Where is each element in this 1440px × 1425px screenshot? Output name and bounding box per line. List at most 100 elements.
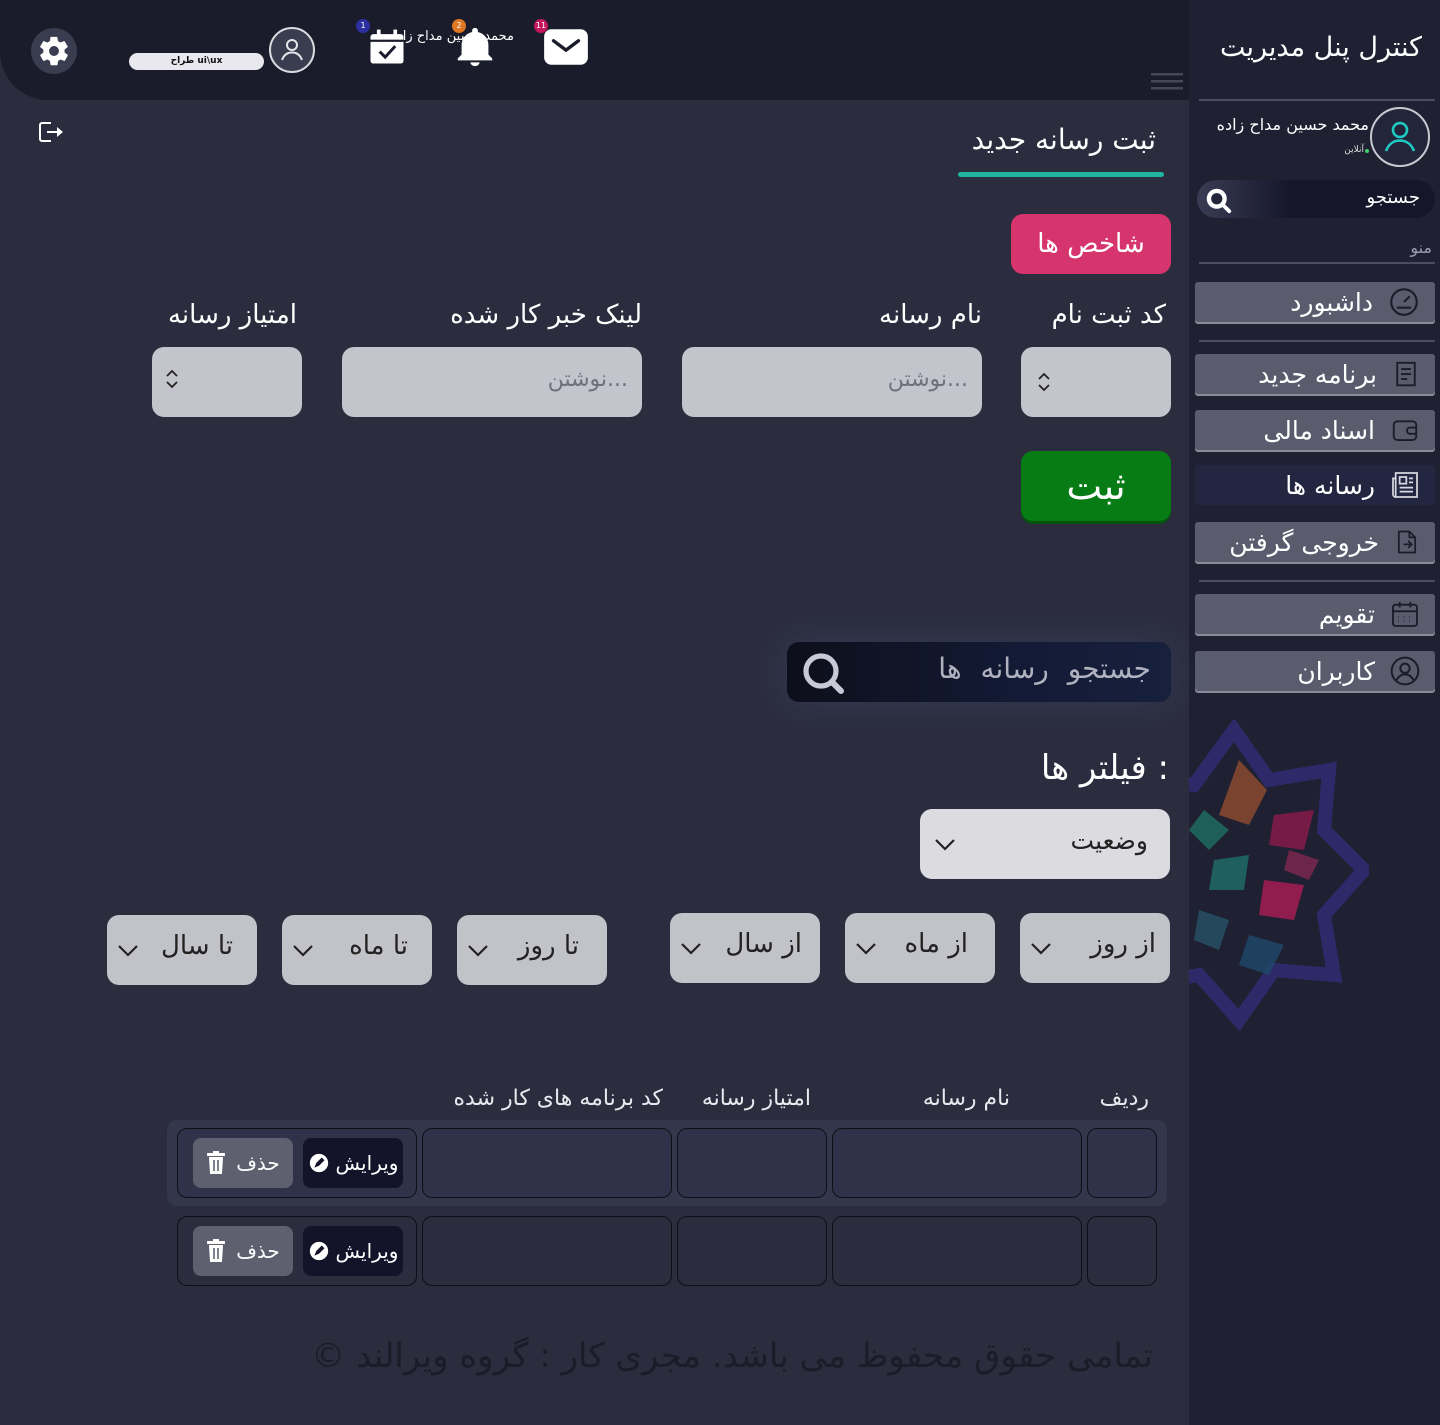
edit-button[interactable]: ویرایش bbox=[303, 1226, 403, 1276]
delete-button[interactable]: حذف bbox=[193, 1226, 293, 1276]
sidebar-item-label: خروجی گرفتن bbox=[1229, 527, 1379, 557]
header-user-icon[interactable] bbox=[269, 27, 315, 73]
chevron-down-icon bbox=[468, 945, 488, 957]
sidebar-title: کنترل پنل مدیریت bbox=[1219, 32, 1422, 63]
page-title: ثبت رسانه جدید bbox=[971, 123, 1156, 156]
newspaper-icon bbox=[1392, 472, 1418, 498]
media-name-placeholder: نوشتن... bbox=[887, 367, 968, 392]
trash-icon bbox=[207, 1151, 226, 1174]
date-select-label: تا ماه bbox=[349, 931, 408, 961]
title-underline bbox=[958, 172, 1164, 177]
date-select-label: تا روز bbox=[517, 931, 579, 961]
news-link-label: لینک خبر کار شده bbox=[450, 300, 642, 330]
hamburger-icon[interactable] bbox=[1151, 70, 1183, 94]
from-year-select[interactable]: از سال bbox=[670, 913, 820, 983]
chevron-down-icon bbox=[681, 943, 701, 955]
sidebar-item-media[interactable]: رسانه ها bbox=[1195, 465, 1435, 505]
status-select-label: وضعیت bbox=[1070, 826, 1148, 855]
to-month-select[interactable]: تا ماه bbox=[282, 915, 432, 985]
column-header-media-score: امتیاز رسانه bbox=[701, 1086, 811, 1111]
delete-button[interactable]: حذف bbox=[193, 1138, 293, 1188]
stepper-icon bbox=[166, 369, 178, 389]
table-cell bbox=[677, 1216, 827, 1286]
sidebar-item-label: رسانه ها bbox=[1285, 470, 1375, 500]
delete-label: حذف bbox=[236, 1151, 280, 1175]
table-cell bbox=[422, 1128, 672, 1198]
date-select-label: از روز bbox=[1090, 929, 1156, 959]
footer-copyright: © تمامی حقوق محفوظ می باشد. مجری کار : گ… bbox=[311, 1336, 1153, 1376]
filters-title: فیلتر ها : bbox=[1040, 748, 1169, 788]
sidebar-search-label: جستجو bbox=[1366, 187, 1420, 208]
table-cell bbox=[832, 1128, 1082, 1198]
mail-icon[interactable] bbox=[541, 22, 591, 72]
decorative-pattern-icon bbox=[1189, 720, 1369, 1032]
sidebar-item-dashboard[interactable]: داشبورد bbox=[1195, 282, 1435, 322]
dashboard-icon bbox=[1390, 288, 1418, 316]
edit-label: ویرایش bbox=[335, 1151, 399, 1175]
top-bar bbox=[0, 0, 1189, 100]
to-day-select[interactable]: تا روز bbox=[457, 915, 607, 985]
divider bbox=[1199, 580, 1435, 582]
media-search-label: جستجو رسانه ها bbox=[938, 652, 1151, 685]
chevron-down-icon bbox=[293, 945, 313, 957]
table-cell bbox=[1087, 1216, 1157, 1286]
chevron-down-icon bbox=[118, 945, 138, 957]
date-select-label: از سال bbox=[725, 929, 802, 959]
search-icon[interactable] bbox=[799, 649, 847, 701]
stepper-icon bbox=[1038, 372, 1050, 392]
from-month-select[interactable]: از ماه bbox=[845, 913, 995, 983]
edit-label: ویرایش bbox=[335, 1239, 399, 1263]
edit-pencil-icon bbox=[309, 1153, 328, 1173]
sidebar-user-icon[interactable] bbox=[1370, 107, 1430, 167]
date-select-label: از ماه bbox=[904, 929, 968, 959]
sidebar-item-label: اسناد مالی bbox=[1263, 415, 1375, 445]
sidebar: کنترل پنل مدیریت محمد حسین مداح زاده آنل… bbox=[1189, 0, 1440, 1425]
table-cell bbox=[677, 1128, 827, 1198]
table-actions-cell: ویرایش حذف bbox=[177, 1216, 417, 1286]
sidebar-item-users[interactable]: کاربران bbox=[1195, 651, 1435, 691]
sidebar-item-calendar[interactable]: تقویم bbox=[1195, 594, 1435, 634]
from-day-select[interactable]: از روز bbox=[1020, 913, 1170, 983]
sidebar-item-financial-docs[interactable]: اسناد مالی bbox=[1195, 410, 1435, 450]
divider bbox=[1199, 99, 1435, 101]
header-user-role: طراح ui\ux bbox=[129, 53, 264, 70]
sidebar-item-new-program[interactable]: برنامه جدید bbox=[1195, 354, 1435, 394]
code-label: کد ثبت نام bbox=[1051, 300, 1166, 330]
news-link-input[interactable]: نوشتن... bbox=[342, 347, 642, 417]
delete-label: حذف bbox=[236, 1239, 280, 1263]
tasks-calendar-check-icon[interactable] bbox=[362, 22, 412, 72]
export-icon bbox=[1397, 530, 1417, 554]
notifications-badge: 2 bbox=[452, 19, 466, 33]
logout-icon[interactable] bbox=[37, 119, 67, 145]
sidebar-item-label: داشبورد bbox=[1290, 287, 1373, 317]
divider bbox=[1199, 340, 1435, 342]
edit-button[interactable]: ویرایش bbox=[303, 1138, 403, 1188]
code-stepper[interactable] bbox=[1021, 347, 1171, 417]
sidebar-item-export[interactable]: خروجی گرفتن bbox=[1195, 522, 1435, 562]
media-name-input[interactable]: نوشتن... bbox=[682, 347, 982, 417]
menu-label: منو bbox=[1410, 238, 1432, 257]
media-name-label: نام رسانه bbox=[879, 300, 982, 330]
date-select-label: تا سال bbox=[160, 931, 233, 961]
column-header-media-name: نام رسانه bbox=[922, 1086, 1010, 1111]
table-cell bbox=[832, 1216, 1082, 1286]
online-dot-icon bbox=[1365, 149, 1369, 153]
to-year-select[interactable]: تا سال bbox=[107, 915, 257, 985]
column-header-row-number: ردیف bbox=[1099, 1086, 1149, 1111]
trash-icon bbox=[207, 1239, 226, 1262]
submit-button[interactable]: ثبت bbox=[1021, 451, 1171, 521]
chevron-down-icon bbox=[856, 943, 876, 955]
media-score-stepper[interactable] bbox=[152, 347, 302, 417]
messages-badge: 11 bbox=[534, 19, 548, 33]
sidebar-item-label: کاربران bbox=[1297, 656, 1375, 686]
news-link-placeholder: نوشتن... bbox=[547, 367, 628, 392]
table-row: ویرایش حذف bbox=[0, 1128, 1189, 1198]
chevron-down-icon bbox=[935, 839, 955, 851]
tasks-badge: 1 bbox=[356, 19, 370, 33]
document-icon bbox=[1396, 361, 1416, 387]
settings-gear-icon[interactable] bbox=[31, 28, 77, 74]
search-icon[interactable] bbox=[1203, 185, 1233, 219]
edit-pencil-icon bbox=[309, 1241, 328, 1261]
indicators-button[interactable]: شاخص ها bbox=[1011, 214, 1171, 274]
user-icon bbox=[1390, 656, 1420, 686]
